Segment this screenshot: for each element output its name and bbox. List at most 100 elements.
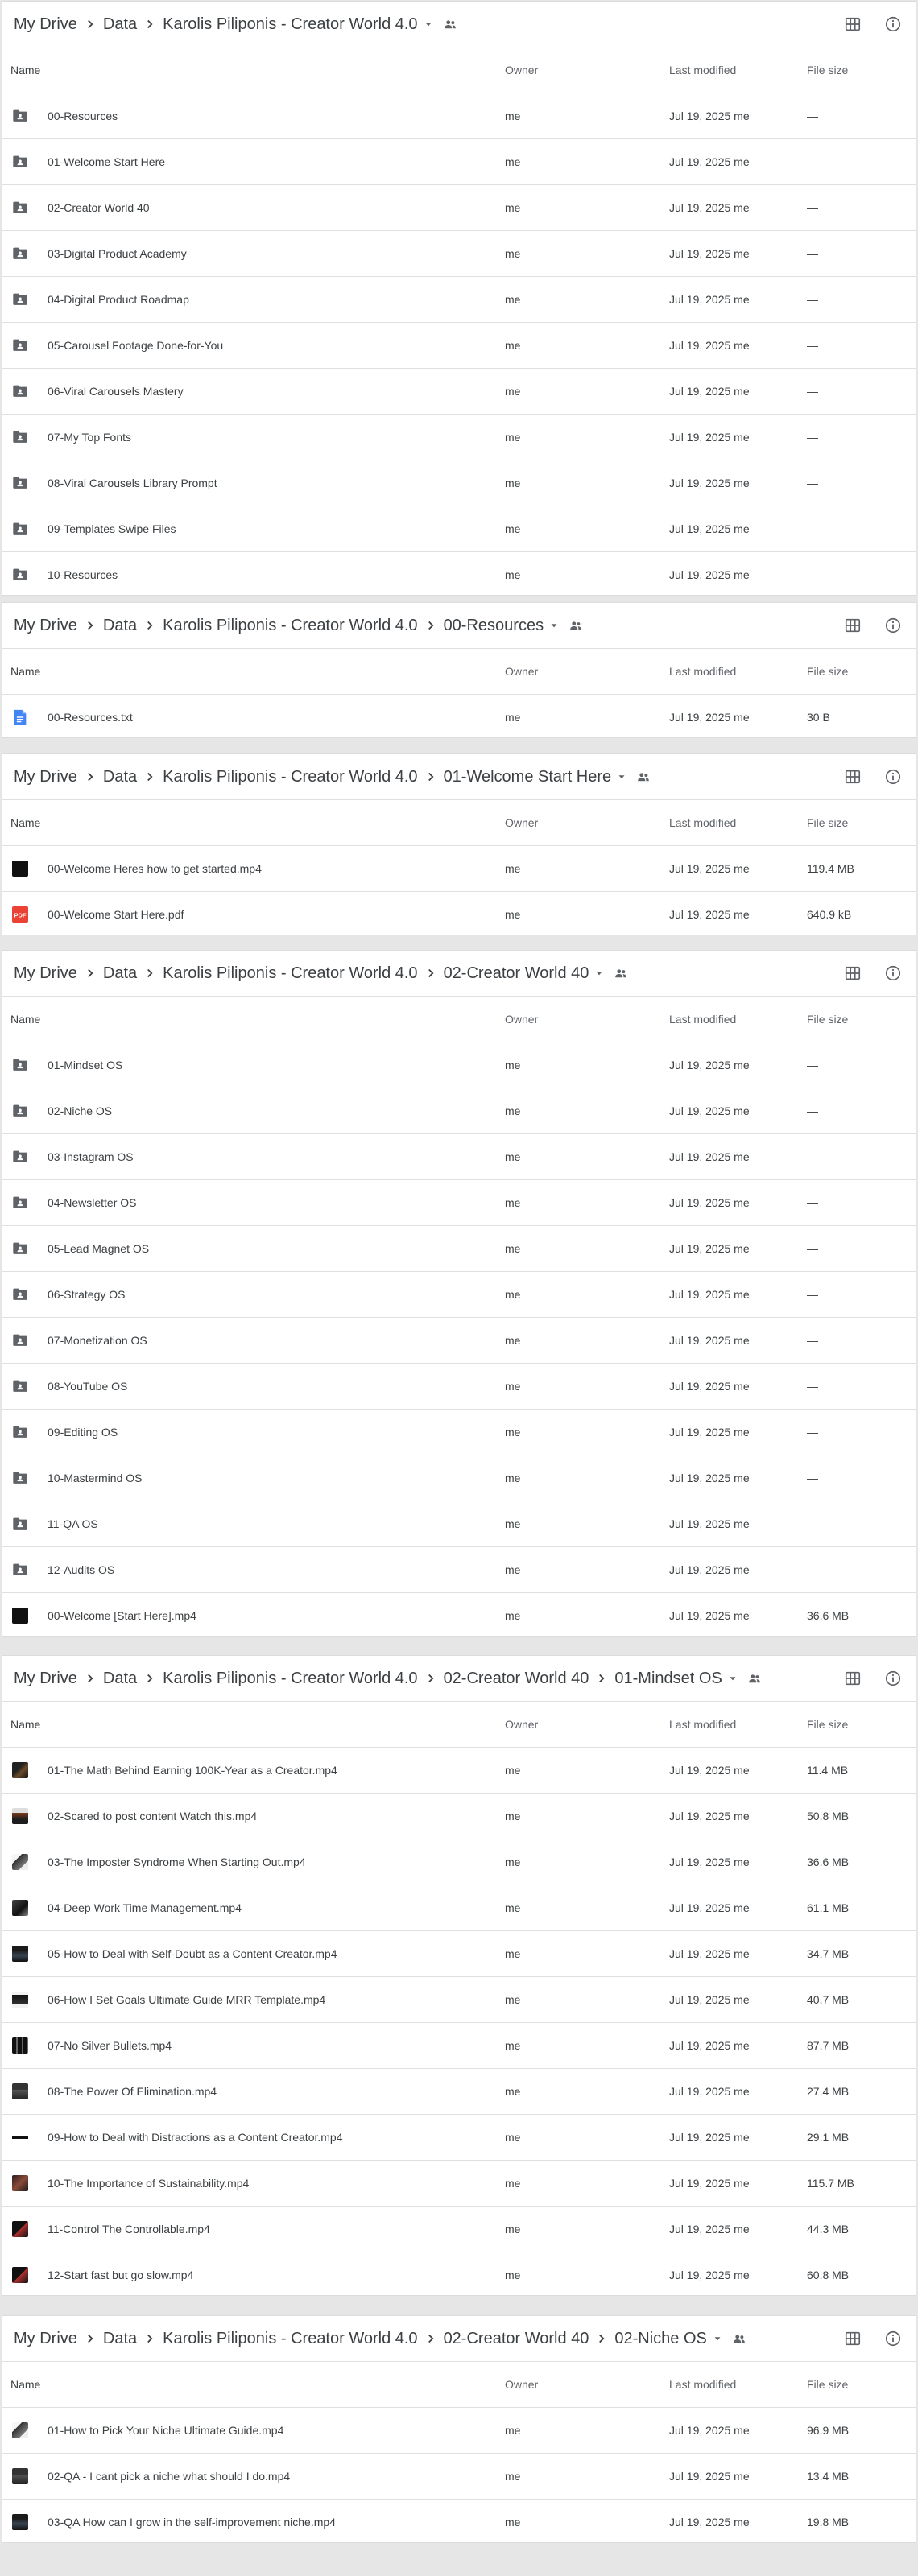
file-name[interactable]: 11-QA OS — [48, 1517, 98, 1530]
breadcrumb-item[interactable]: My Drive — [9, 2330, 82, 2348]
file-name[interactable]: 07-My Top Fonts — [48, 431, 131, 444]
column-header-name[interactable]: Name — [2, 665, 505, 678]
breadcrumb-item[interactable]: 02-Creator World 40 — [439, 1670, 594, 1688]
grid-view-icon[interactable] — [842, 1667, 864, 1690]
column-header-owner[interactable]: Owner — [505, 2378, 669, 2391]
file-row[interactable]: 00-Welcome [Start Here].mp4 me Jul 19, 202… — [2, 1593, 916, 1636]
breadcrumb-item[interactable]: Data — [98, 1670, 142, 1688]
caret-down-icon[interactable] — [421, 17, 436, 31]
file-row[interactable]: 05-Lead Magnet OS me Jul 19, 2025 me — — [2, 1226, 916, 1272]
breadcrumb-current-folder[interactable]: 01-Mindset OS — [610, 1670, 726, 1688]
file-name[interactable]: 00-Welcome Start Here.pdf — [48, 908, 184, 921]
file-name[interactable]: 04-Digital Product Roadmap — [48, 293, 189, 306]
file-row[interactable]: 02-Niche OS me Jul 19, 2025 me — — [2, 1088, 916, 1134]
file-name[interactable]: 01-How to Pick Your Niche Ultimate Guide… — [48, 2424, 283, 2437]
column-header-last-modified[interactable]: Last modified — [669, 2378, 807, 2391]
grid-view-icon[interactable] — [842, 962, 864, 985]
file-row[interactable]: 10-The Importance of Sustainability.mp4 m… — [2, 2161, 916, 2207]
file-name[interactable]: 11-Control The Controllable.mp4 — [48, 2223, 210, 2235]
grid-view-icon[interactable] — [842, 13, 864, 35]
column-header-last-modified[interactable]: Last modified — [669, 1718, 807, 1731]
file-name[interactable]: 01-Welcome Start Here — [48, 155, 165, 168]
file-row[interactable]: 07-No Silver Bullets.mp4 me Jul 19, 2025 m… — [2, 2023, 916, 2069]
breadcrumb-item[interactable]: Karolis Piliponis - Creator World 4.0 — [158, 617, 422, 635]
info-icon[interactable] — [882, 13, 904, 35]
breadcrumb-item[interactable]: Karolis Piliponis - Creator World 4.0 — [158, 964, 422, 983]
file-name[interactable]: 06-Viral Carousels Mastery — [48, 385, 184, 398]
file-name[interactable]: 05-Lead Magnet OS — [48, 1242, 149, 1255]
file-row[interactable]: 10-Mastermind OS me Jul 19, 2025 me — — [2, 1455, 916, 1501]
file-row[interactable]: 06-Viral Carousels Mastery me Jul 19, 2025… — [2, 369, 916, 415]
breadcrumb-item[interactable]: My Drive — [9, 617, 82, 635]
file-name[interactable]: 10-The Importance of Sustainability.mp4 — [48, 2177, 249, 2190]
file-name[interactable]: 01-Mindset OS — [48, 1059, 122, 1071]
info-icon[interactable] — [882, 614, 904, 637]
info-icon[interactable] — [882, 2327, 904, 2350]
file-row[interactable]: 12-Audits OS me Jul 19, 2025 me — — [2, 1547, 916, 1593]
file-row[interactable]: 01-The Math Behind Earning 100K-Year as … — [2, 1748, 916, 1794]
grid-view-icon[interactable] — [842, 766, 864, 788]
file-name[interactable]: 05-How to Deal with Self-Doubt as a Cont… — [48, 1947, 337, 1960]
file-row[interactable]: 09-How to Deal with Distractions as a Co… — [2, 2115, 916, 2161]
file-name[interactable]: 10-Resources — [48, 568, 118, 581]
file-name[interactable]: 09-How to Deal with Distractions as a Co… — [48, 2131, 343, 2144]
column-header-file-size[interactable]: File size — [807, 665, 916, 678]
file-row[interactable]: 11-QA OS me Jul 19, 2025 me — — [2, 1501, 916, 1547]
breadcrumb-current-folder[interactable]: 01-Welcome Start Here — [439, 768, 617, 786]
file-name[interactable]: 01-The Math Behind Earning 100K-Year as … — [48, 1764, 337, 1777]
file-row[interactable]: 09-Templates Swipe Files me Jul 19, 2025 m… — [2, 506, 916, 552]
file-name[interactable]: 08-The Power Of Elimination.mp4 — [48, 2085, 217, 2098]
file-row[interactable]: 05-How to Deal with Self-Doubt as a Cont… — [2, 1931, 916, 1977]
file-row[interactable]: 04-Deep Work Time Management.mp4 me Jul 19… — [2, 1885, 916, 1931]
file-row[interactable]: 00-Resources me Jul 19, 2025 me — — [2, 93, 916, 139]
file-row[interactable]: 02-QA - I cant pick a niche what should … — [2, 2454, 916, 2500]
breadcrumb-item[interactable]: 02-Creator World 40 — [439, 2330, 594, 2348]
file-name[interactable]: 12-Audits OS — [48, 1563, 114, 1576]
column-header-name[interactable]: Name — [2, 64, 505, 76]
breadcrumb-item[interactable]: Data — [98, 15, 142, 34]
file-name[interactable]: 03-Digital Product Academy — [48, 247, 187, 260]
column-header-file-size[interactable]: File size — [807, 64, 916, 76]
file-row[interactable]: 03-QA How can I grow in the self-improve… — [2, 2500, 916, 2542]
file-row[interactable]: 08-The Power Of Elimination.mp4 me Jul 19,… — [2, 2069, 916, 2115]
column-header-name[interactable]: Name — [2, 816, 505, 829]
column-header-owner[interactable]: Owner — [505, 1718, 669, 1731]
breadcrumb-current-folder[interactable]: Karolis Piliponis - Creator World 4.0 — [158, 15, 422, 34]
breadcrumb-current-folder[interactable]: 02-Niche OS — [610, 2330, 712, 2348]
file-row[interactable]: 00-Welcome Heres how to get started.mp4 m… — [2, 846, 916, 892]
caret-down-icon[interactable] — [592, 966, 606, 980]
breadcrumb-item[interactable]: My Drive — [9, 768, 82, 786]
file-row[interactable]: 07-Monetization OS me Jul 19, 2025 me — — [2, 1318, 916, 1364]
column-header-last-modified[interactable]: Last modified — [669, 1013, 807, 1026]
file-row[interactable]: 03-Digital Product Academy me Jul 19, 2025… — [2, 231, 916, 277]
column-header-owner[interactable]: Owner — [505, 816, 669, 829]
file-name[interactable]: 04-Newsletter OS — [48, 1196, 136, 1209]
column-header-last-modified[interactable]: Last modified — [669, 816, 807, 829]
file-row[interactable]: 10-Resources me Jul 19, 2025 me — — [2, 552, 916, 595]
file-name[interactable]: 09-Templates Swipe Files — [48, 522, 176, 535]
file-row[interactable]: 02-Creator World 40 me Jul 19, 2025 me — — [2, 185, 916, 231]
breadcrumb-item[interactable]: Data — [98, 964, 142, 983]
file-row[interactable]: 01-Welcome Start Here me Jul 19, 2025 me — — [2, 139, 916, 185]
breadcrumb-item[interactable]: Karolis Piliponis - Creator World 4.0 — [158, 768, 422, 786]
breadcrumb-item[interactable]: Data — [98, 2330, 142, 2348]
file-name[interactable]: 09-Editing OS — [48, 1426, 118, 1439]
column-header-last-modified[interactable]: Last modified — [669, 665, 807, 678]
file-name[interactable]: 03-QA How can I grow in the self-improve… — [48, 2516, 336, 2529]
grid-view-icon[interactable] — [842, 2327, 864, 2350]
file-name[interactable]: 00-Resources.txt — [48, 711, 133, 724]
file-row[interactable]: 01-How to Pick Your Niche Ultimate Guide… — [2, 2408, 916, 2454]
column-header-file-size[interactable]: File size — [807, 816, 916, 829]
file-name[interactable]: 03-The Imposter Syndrome When Starting O… — [48, 1856, 306, 1868]
breadcrumb-item[interactable]: Karolis Piliponis - Creator World 4.0 — [158, 2330, 422, 2348]
info-icon[interactable] — [882, 766, 904, 788]
breadcrumb-item[interactable]: My Drive — [9, 1670, 82, 1688]
file-name[interactable]: 02-Scared to post content Watch this.mp4 — [48, 1810, 257, 1823]
file-row[interactable]: 04-Digital Product Roadmap me Jul 19, 2025… — [2, 277, 916, 323]
column-header-name[interactable]: Name — [2, 1718, 505, 1731]
caret-down-icon[interactable] — [710, 2331, 725, 2346]
grid-view-icon[interactable] — [842, 614, 864, 637]
column-header-file-size[interactable]: File size — [807, 1718, 916, 1731]
column-header-owner[interactable]: Owner — [505, 1013, 669, 1026]
file-row[interactable]: 00-Resources.txt me Jul 19, 2025 me 30 B — [2, 695, 916, 737]
